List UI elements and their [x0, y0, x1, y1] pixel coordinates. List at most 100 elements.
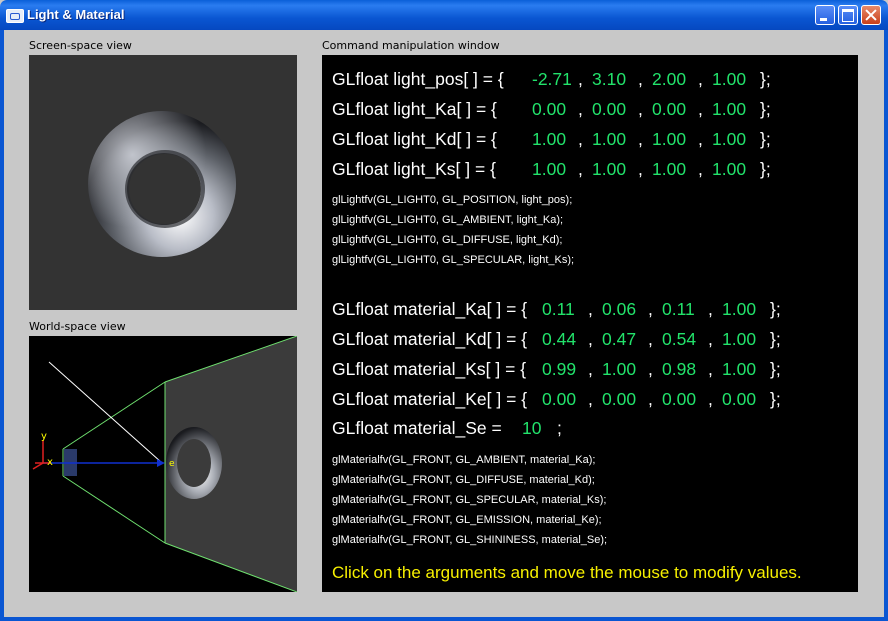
light-row-closing: }; [760, 129, 771, 149]
maximize-button[interactable] [838, 5, 858, 25]
light-value-1[interactable]: 1.00 [592, 128, 626, 150]
light-value-2[interactable]: 1.00 [652, 158, 686, 180]
world-scene: y x e [32, 335, 298, 593]
material-value-3[interactable]: 1.00 [722, 298, 756, 320]
light-row-closing: }; [760, 69, 771, 89]
light-separator: , [578, 159, 583, 179]
material-value-2[interactable]: 0.11 [662, 298, 695, 320]
light-call: glLightfv(GL_LIGHT0, GL_AMBIENT, light_K… [332, 214, 564, 226]
material-value-0[interactable]: 0.44 [542, 328, 576, 350]
window-frame-bottom[interactable] [0, 617, 888, 621]
material-separator: , [708, 329, 713, 349]
light-separator: , [638, 99, 643, 119]
material-call: glMaterialfv(GL_FRONT, GL_AMBIENT, mater… [332, 454, 596, 466]
shininess-value[interactable]: 10 [522, 417, 541, 439]
y-axis-label: y [41, 431, 47, 442]
material-value-2[interactable]: 0.54 [662, 328, 696, 350]
x-axis-label: x [47, 457, 53, 468]
window-frame-right[interactable] [884, 30, 888, 621]
light-call: glLightfv(GL_LIGHT0, GL_DIFFUSE, light_K… [332, 234, 563, 246]
far-clipping-plane [165, 336, 297, 592]
light-value-1[interactable]: 3.10 [592, 68, 626, 90]
shininess-label: GLfloat material_Se = [332, 418, 502, 438]
title-bar[interactable]: Light & Material [0, 0, 888, 30]
material-value-3[interactable]: 1.00 [722, 328, 756, 350]
material-row-closing: }; [770, 359, 781, 379]
light-row-label: GLfloat light_Ka[ ] = { [332, 99, 497, 119]
light-row-label: GLfloat light_Ks[ ] = { [332, 159, 496, 179]
light-separator: , [698, 99, 703, 119]
material-row-label: GLfloat material_Kd[ ] = { [332, 329, 528, 349]
material-separator: , [588, 299, 593, 319]
light-separator: , [698, 129, 703, 149]
material-separator: , [708, 389, 713, 409]
material-value-3[interactable]: 1.00 [722, 358, 756, 380]
material-value-0[interactable]: 0.99 [542, 358, 576, 380]
material-value-0[interactable]: 0.00 [542, 388, 576, 410]
light-row-label: GLfloat light_Kd[ ] = { [332, 129, 497, 149]
command-manipulation-window[interactable]: GLfloat light_pos[ ] = {-2.71, 3.10, 2.00,… [322, 55, 858, 592]
light-value-2[interactable]: 2.00 [652, 68, 686, 90]
light-value-3[interactable]: 1.00 [712, 128, 746, 150]
material-value-0[interactable]: 0.11 [542, 298, 575, 320]
light-call: glLightfv(GL_LIGHT0, GL_SPECULAR, light_… [332, 254, 575, 266]
light-value-3[interactable]: 1.00 [712, 98, 746, 120]
material-row-label: GLfloat material_Ka[ ] = { [332, 299, 528, 319]
material-separator: , [648, 329, 653, 349]
light-call: glLightfv(GL_LIGHT0, GL_POSITION, light_… [332, 194, 573, 206]
material-separator: , [588, 389, 593, 409]
screen-view-label: Screen-space view [29, 39, 132, 52]
app-icon[interactable] [6, 9, 24, 23]
light-value-1[interactable]: 0.00 [592, 98, 626, 120]
light-value-1[interactable]: 1.00 [592, 158, 626, 180]
material-row-label: GLfloat material_Ke[ ] = { [332, 389, 528, 409]
light-value-2[interactable]: 1.00 [652, 128, 686, 150]
material-separator: , [648, 359, 653, 379]
light-value-0[interactable]: 1.00 [532, 158, 566, 180]
light-separator: , [638, 69, 643, 89]
light-value-2[interactable]: 0.00 [652, 98, 686, 120]
light-row-closing: }; [760, 99, 771, 119]
light-value-0[interactable]: 0.00 [532, 98, 566, 120]
light-separator: , [578, 69, 583, 89]
light-separator: , [638, 129, 643, 149]
material-value-1[interactable]: 0.06 [602, 298, 636, 320]
frustum-edge [62, 475, 166, 544]
window-title: Light & Material [27, 7, 125, 22]
material-call: glMaterialfv(GL_FRONT, GL_DIFFUSE, mater… [332, 474, 595, 486]
close-button[interactable] [861, 5, 881, 25]
material-value-3[interactable]: 0.00 [722, 388, 756, 410]
material-value-1[interactable]: 1.00 [602, 358, 636, 380]
material-row-closing: }; [770, 389, 781, 409]
torus-render [88, 111, 237, 257]
minimize-button[interactable] [815, 5, 835, 25]
window-frame-left[interactable] [0, 30, 4, 621]
world-space-view[interactable]: y x e [29, 335, 298, 593]
material-separator: , [648, 389, 653, 409]
material-call: glMaterialfv(GL_FRONT, GL_EMISSION, mate… [332, 514, 602, 526]
material-call: glMaterialfv(GL_FRONT, GL_SPECULAR, mate… [332, 494, 607, 506]
light-marker: e [169, 459, 175, 469]
world-view-label: World-space view [29, 320, 126, 333]
light-value-0[interactable]: 1.00 [532, 128, 566, 150]
screen-space-view[interactable] [29, 55, 297, 310]
material-value-1[interactable]: 0.47 [602, 328, 636, 350]
light-separator: , [698, 69, 703, 89]
command-window-label: Command manipulation window [322, 39, 500, 52]
light-separator: , [578, 99, 583, 119]
material-value-1[interactable]: 0.00 [602, 388, 636, 410]
light-value-3[interactable]: 1.00 [712, 68, 746, 90]
material-row-label: GLfloat material_Ks[ ] = { [332, 359, 527, 379]
material-call: glMaterialfv(GL_FRONT, GL_SHININESS, mat… [332, 534, 608, 546]
material-row-closing: }; [770, 329, 781, 349]
shininess-end: ; [557, 418, 562, 438]
light-value-3[interactable]: 1.00 [712, 158, 746, 180]
frustum-edge [62, 381, 166, 450]
material-row-closing: }; [770, 299, 781, 319]
material-separator: , [708, 359, 713, 379]
material-value-2[interactable]: 0.98 [662, 358, 696, 380]
material-value-2[interactable]: 0.00 [662, 388, 696, 410]
material-separator: , [648, 299, 653, 319]
material-separator: , [588, 329, 593, 349]
light-value-0[interactable]: -2.71 [532, 68, 572, 90]
